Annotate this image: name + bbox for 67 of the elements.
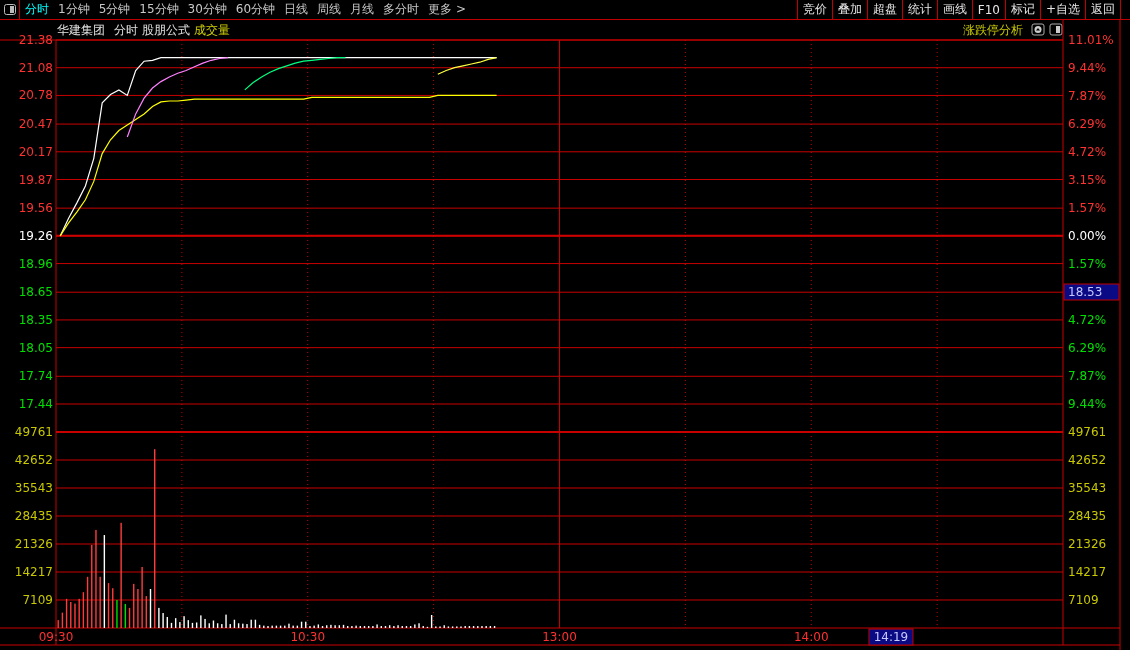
axis-label: 21326 <box>14 537 53 551</box>
axis-label: 42652 <box>14 453 53 467</box>
percent-label: 1.57% <box>1068 257 1107 271</box>
axis-label: 18.05 <box>18 340 53 355</box>
axis-label: 18.65 <box>18 285 53 300</box>
period-tab[interactable]: 月线 <box>346 0 379 19</box>
percent-label: 9.44% <box>1068 397 1107 411</box>
chart-mode: 分时 <box>114 23 138 37</box>
indicator-name: 成交量 <box>194 23 230 37</box>
percent-label: 11.01% <box>1068 33 1114 47</box>
toolbar-button[interactable]: 返回 <box>1085 0 1121 19</box>
axis-label: 28435 <box>14 509 53 523</box>
percent-label: 4.72% <box>1068 145 1107 159</box>
upload-icon[interactable] <box>1031 23 1045 36</box>
axis-label: 28435 <box>1068 509 1107 523</box>
period-tab[interactable]: 30分钟 <box>183 0 231 19</box>
percent-label: 7.87% <box>1068 369 1107 383</box>
axis-label: 21.08 <box>18 60 53 75</box>
percent-label: 1.57% <box>1068 201 1107 215</box>
period-tab[interactable]: 15分钟 <box>135 0 183 19</box>
time-label: 10:30 <box>290 630 326 644</box>
axis-label: 17.74 <box>18 369 53 384</box>
panel-toggle-icon[interactable] <box>1049 23 1063 36</box>
axis-label: 19.56 <box>18 201 53 216</box>
axis-label: 35543 <box>14 481 53 495</box>
period-tab[interactable]: 1分钟 <box>54 0 94 19</box>
period-tab[interactable]: 更多 > <box>424 0 470 19</box>
percent-label: 6.29% <box>1068 341 1107 355</box>
period-tab[interactable]: 60分钟 <box>231 0 280 19</box>
percent-label: 3.15% <box>1068 173 1107 187</box>
axis-label: 7109 <box>1068 593 1099 607</box>
analysis-link[interactable]: 涨跌停分析 <box>963 23 1023 37</box>
axis-label: 21326 <box>1068 537 1107 551</box>
axis-label: 20.47 <box>18 117 53 132</box>
axis-label: 18.35 <box>18 312 53 327</box>
axis-label: 20.78 <box>18 88 53 103</box>
percent-label: 6.29% <box>1068 117 1107 131</box>
axis-label: 49761 <box>14 425 53 439</box>
axis-label: 19.87 <box>18 172 53 187</box>
percent-label: 9.44% <box>1068 61 1107 75</box>
axis-label: 35543 <box>1068 481 1107 495</box>
period-tab[interactable]: 5分钟 <box>94 0 135 19</box>
period-tab[interactable]: 周线 <box>313 0 346 19</box>
axis-label: 14217 <box>1068 565 1107 579</box>
cursor-price-label: 18.53 <box>1063 283 1120 301</box>
formula-name: 股朋公式 <box>142 23 190 37</box>
axis-label: 20.17 <box>18 144 53 159</box>
axis-label: 14217 <box>14 565 53 579</box>
percent-label: 4.72% <box>1068 313 1107 327</box>
axis-label: 7109 <box>22 593 53 607</box>
axis-label: 42652 <box>1068 453 1107 467</box>
axis-label: 21.38 <box>18 33 53 47</box>
axis-label: 19.26 <box>18 228 53 243</box>
period-tab[interactable]: 分时 <box>21 0 53 19</box>
axis-label: 18.96 <box>18 256 53 271</box>
period-tab[interactable]: 多分时 <box>379 0 424 19</box>
stock-name: 华建集团 <box>57 23 105 37</box>
panel-toggle-icon[interactable] <box>3 4 16 15</box>
percent-label: 0.00% <box>1068 229 1107 243</box>
time-label: 14:00 <box>793 630 829 644</box>
cursor-time-label: 14:19 <box>868 628 914 646</box>
percent-label: 7.87% <box>1068 89 1107 103</box>
axis-label: 49761 <box>1068 425 1107 439</box>
time-label: 13:00 <box>542 630 577 644</box>
period-tab[interactable]: 日线 <box>280 0 313 19</box>
axis-label: 17.44 <box>18 397 53 411</box>
time-label: 09:30 <box>38 630 74 644</box>
